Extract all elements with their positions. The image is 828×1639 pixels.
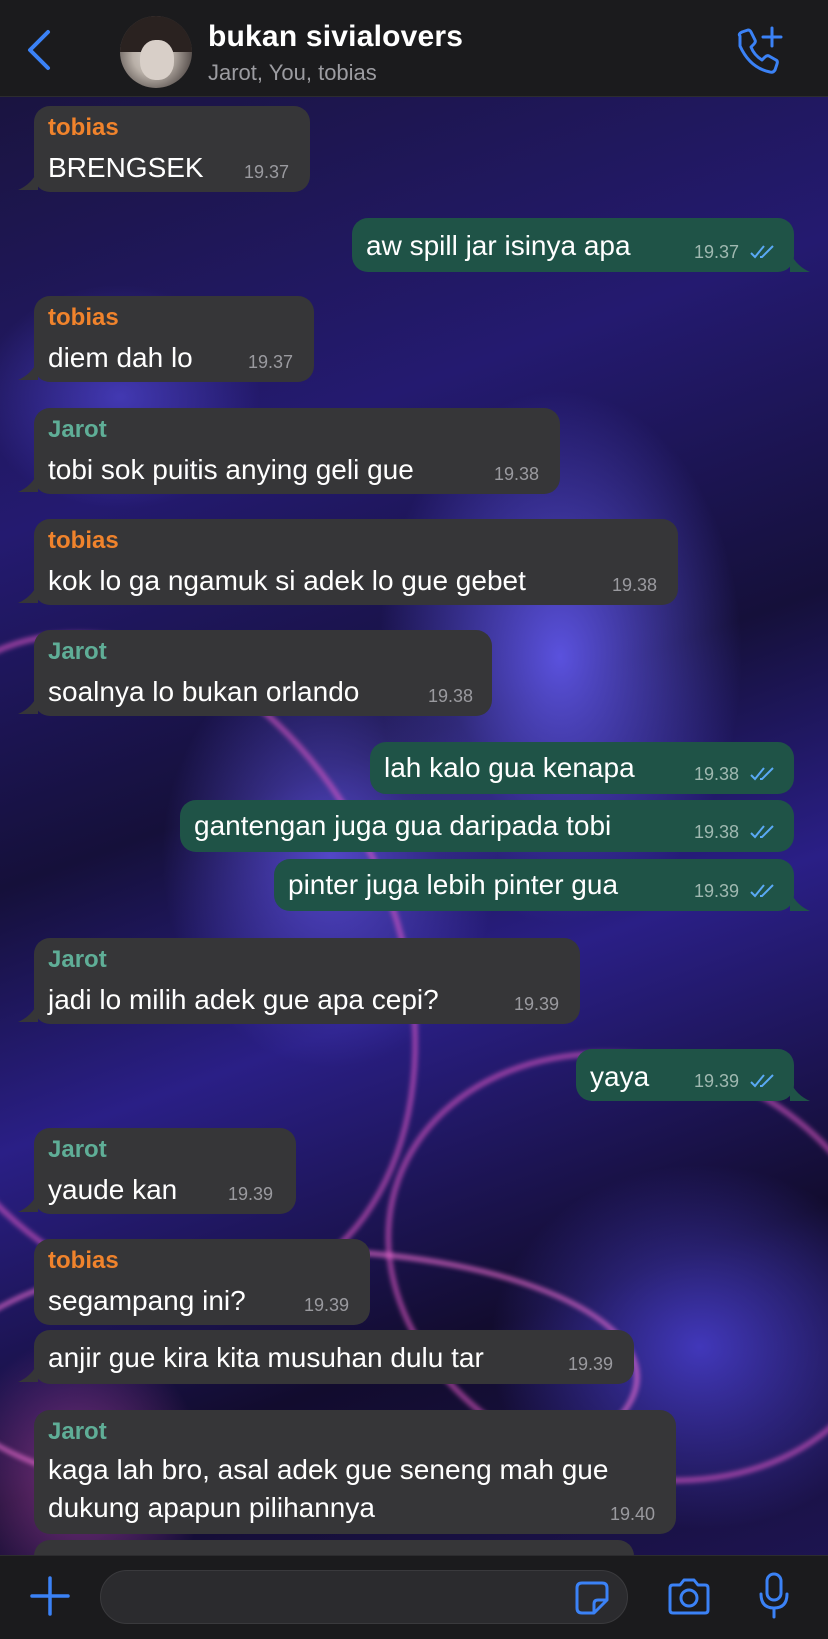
message-text: jadi lo milih adek gue apa cepi? bbox=[48, 984, 439, 1015]
avatar-face bbox=[140, 40, 174, 80]
message-text: lah kalo gua kenapa bbox=[384, 752, 635, 783]
add-call-icon[interactable] bbox=[730, 24, 786, 78]
message-text: gantengan juga gua daripada tobi bbox=[194, 810, 612, 841]
message-time: 19.39 bbox=[694, 1071, 740, 1091]
message-bubble[interactable]: lah kalo gua kenapa 19.38 bbox=[370, 742, 794, 794]
message-text: anjir gue kira kita musuhan dulu tar bbox=[48, 1342, 484, 1373]
message-time: 19.39 bbox=[228, 1184, 274, 1204]
bubble-tail bbox=[18, 583, 38, 603]
message-bubble[interactable]: aw spill jar isinya apa 19.37 bbox=[352, 218, 794, 272]
bubble-tail bbox=[18, 1362, 38, 1382]
message-time: 19.38 bbox=[428, 686, 474, 706]
sender-name: tobias bbox=[48, 1247, 119, 1274]
message-bubble[interactable]: Jarot kaga lah bro, asal adek gue seneng… bbox=[34, 1410, 676, 1534]
plus-icon[interactable] bbox=[30, 1576, 70, 1616]
bubble-tail bbox=[18, 1002, 38, 1022]
message-time: 19.38 bbox=[494, 464, 540, 484]
read-ticks-icon bbox=[750, 245, 774, 259]
bubble-tail bbox=[18, 170, 38, 190]
message-time: 19.39 bbox=[514, 994, 560, 1014]
chat-participants[interactable]: Jarot, You, tobias bbox=[208, 60, 377, 86]
sender-name: Jarot bbox=[48, 416, 107, 443]
message-text-line-2: dukung apapun pilihannya bbox=[48, 1492, 375, 1523]
bubble-tail bbox=[790, 252, 810, 272]
message-text: yaya bbox=[590, 1061, 650, 1092]
read-ticks-icon bbox=[750, 1074, 774, 1088]
message-bubble[interactable]: tobias segampang ini? 19.39 bbox=[34, 1239, 370, 1325]
message-text: diem dah lo bbox=[48, 342, 193, 373]
message-time: 19.37 bbox=[694, 242, 740, 262]
chat-title[interactable]: bukan sivialovers bbox=[208, 20, 463, 54]
message-bubble[interactable]: Jarot jadi lo milih adek gue apa cepi? 1… bbox=[34, 938, 580, 1024]
bubble-tail bbox=[18, 360, 38, 380]
message-text-line-1: kaga lah bro, asal adek gue seneng mah g… bbox=[48, 1454, 609, 1485]
message-bubble[interactable]: tobias BRENGSEK 19.37 bbox=[34, 106, 310, 192]
sticker-icon[interactable] bbox=[574, 1580, 610, 1616]
message-bubble[interactable]: tobias diem dah lo 19.37 bbox=[34, 296, 314, 382]
back-chevron-icon[interactable] bbox=[22, 28, 58, 72]
message-text: segampang ini? bbox=[48, 1285, 246, 1316]
bubble-tail bbox=[790, 891, 810, 911]
message-bubble[interactable]: yaya 19.39 bbox=[576, 1049, 794, 1101]
message-text: aw spill jar isinya apa bbox=[366, 230, 631, 261]
sender-name: Jarot bbox=[48, 946, 107, 973]
microphone-icon[interactable] bbox=[758, 1572, 790, 1620]
read-ticks-icon bbox=[750, 767, 774, 781]
message-time: 19.38 bbox=[612, 575, 658, 595]
bubble-tail bbox=[18, 1192, 38, 1212]
message-composer[interactable] bbox=[100, 1570, 628, 1624]
message-time: 19.37 bbox=[248, 352, 294, 372]
sender-name: tobias bbox=[48, 304, 119, 331]
message-text: tobi sok puitis anying geli gue bbox=[48, 454, 414, 485]
message-time: 19.39 bbox=[568, 1354, 614, 1374]
camera-icon[interactable] bbox=[666, 1578, 712, 1616]
sender-name: Jarot bbox=[48, 638, 107, 665]
message-bubble[interactable]: pinter juga lebih pinter gua 19.39 bbox=[274, 859, 794, 911]
message-bubble[interactable]: Jarot tobi sok puitis anying geli gue 19… bbox=[34, 408, 560, 494]
read-ticks-icon bbox=[750, 825, 774, 839]
message-time: 19.38 bbox=[694, 822, 740, 842]
message-bubble[interactable]: anjir gue kira kita musuhan dulu tar 19.… bbox=[34, 1330, 634, 1384]
group-avatar[interactable] bbox=[120, 16, 192, 88]
message-time: 19.38 bbox=[694, 764, 740, 784]
message-bubble[interactable]: Jarot soalnya lo bukan orlando 19.38 bbox=[34, 630, 492, 716]
chat-screen: tobias BRENGSEK 19.37 aw spill jar isiny… bbox=[0, 0, 828, 1639]
chat-header: bukan sivialovers Jarot, You, tobias bbox=[0, 0, 828, 97]
sender-name: tobias bbox=[48, 527, 119, 554]
message-text: soalnya lo bukan orlando bbox=[48, 676, 360, 707]
message-text: kok lo ga ngamuk si adek lo gue gebet bbox=[48, 565, 526, 596]
sender-name: Jarot bbox=[48, 1136, 107, 1163]
message-bubble[interactable]: gantengan juga gua daripada tobi 19.38 bbox=[180, 800, 794, 852]
message-time: 19.39 bbox=[694, 881, 740, 901]
input-bar bbox=[0, 1555, 828, 1639]
message-time: 19.37 bbox=[244, 162, 290, 182]
message-text: BRENGSEK bbox=[48, 152, 204, 183]
sender-name: tobias bbox=[48, 114, 119, 141]
message-bubble[interactable]: Jarot yaude kan 19.39 bbox=[34, 1128, 296, 1214]
bubble-tail bbox=[790, 1081, 810, 1101]
bubble-tail bbox=[18, 694, 38, 714]
message-text: yaude kan bbox=[48, 1174, 178, 1205]
message-time: 19.39 bbox=[304, 1295, 350, 1315]
sender-name: Jarot bbox=[48, 1418, 107, 1445]
message-input[interactable] bbox=[119, 1571, 559, 1623]
message-text: pinter juga lebih pinter gua bbox=[288, 869, 619, 900]
bubble-tail bbox=[18, 472, 38, 492]
message-time: 19.40 bbox=[610, 1504, 656, 1524]
message-bubble[interactable]: tobias kok lo ga ngamuk si adek lo gue g… bbox=[34, 519, 678, 605]
read-ticks-icon bbox=[750, 884, 774, 898]
